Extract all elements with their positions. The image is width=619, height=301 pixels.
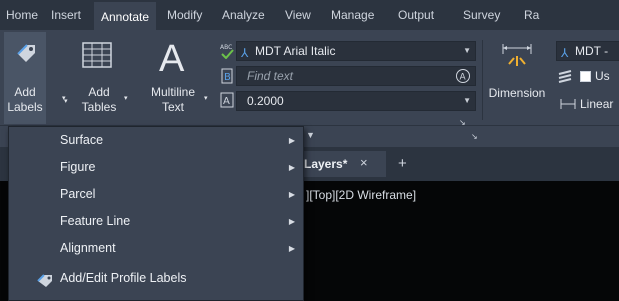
dialog-launcher-icon[interactable]: ↘ xyxy=(471,132,478,141)
doc-tab-title: Layers* xyxy=(304,157,348,171)
tab-analyze[interactable]: Analyze xyxy=(222,0,265,30)
dimension-button[interactable]: Dimension xyxy=(486,34,548,124)
find-text-icon[interactable]: B xyxy=(221,68,233,87)
tab-view[interactable]: View xyxy=(285,0,311,30)
svg-text:ABC: ABC xyxy=(220,44,232,51)
add-labels-line2: Labels xyxy=(7,100,43,114)
dimension-label: Dimension xyxy=(488,86,546,100)
menu-item-alignment[interactable]: Alignment ▶ xyxy=(9,235,303,262)
menu-item-parcel[interactable]: Parcel ▶ xyxy=(9,181,303,208)
dim-style-value: MDT - xyxy=(575,44,609,58)
linear-dim-icon[interactable] xyxy=(560,98,576,113)
add-tables-button[interactable]: Add Tables xyxy=(74,34,124,124)
chevron-down-icon: ▼ xyxy=(463,96,471,105)
doc-tab-layers[interactable]: Layers* × xyxy=(300,151,386,177)
submenu-arrow-icon: ▶ xyxy=(288,136,295,145)
add-labels-menu: Surface ▶ Figure ▶ Parcel ▶ Feature Line… xyxy=(8,126,304,301)
menu-item-add-edit-profile-labels[interactable]: Add/Edit Profile Labels xyxy=(9,265,303,292)
find-text-placeholder: Find text xyxy=(247,69,294,83)
tab-output[interactable]: Output xyxy=(398,0,434,30)
menu-item-figure[interactable]: Figure ▶ xyxy=(9,154,303,181)
add-tables-line1: Add xyxy=(88,85,110,99)
add-labels-caret-icon[interactable]: ▾ xyxy=(62,94,66,102)
find-search-icon[interactable]: A xyxy=(455,68,471,85)
tab-survey[interactable]: Survey xyxy=(463,0,500,30)
annotate-ribbon: Add Labels ▾ ▾ Add Tables ▾ A Multiline … xyxy=(0,30,619,127)
add-labels-button[interactable]: Add Labels ▾ xyxy=(4,32,68,124)
submenu-arrow-icon: ▶ xyxy=(288,190,295,199)
menu-item-label: Feature Line xyxy=(60,214,131,228)
chevron-down-icon[interactable]: ▼ xyxy=(306,130,315,140)
text-height-icon[interactable]: A xyxy=(220,92,234,111)
multiline-text-line2: Text xyxy=(161,100,184,114)
spell-check-icon[interactable]: ABC xyxy=(220,43,234,62)
tab-manage[interactable]: Manage xyxy=(331,0,374,30)
text-style-icon: ⅄ xyxy=(241,46,249,60)
linear-label: Linear xyxy=(580,97,614,111)
tab-home[interactable]: Home xyxy=(6,0,38,30)
add-labels-line1: Add xyxy=(14,85,36,99)
text-style-select[interactable]: ⅄ MDT Arial Italic ▼ xyxy=(236,41,476,61)
text-a-icon: A xyxy=(159,38,185,80)
menu-item-label: Add/Edit Profile Labels xyxy=(60,271,187,285)
menu-item-label: Surface xyxy=(60,133,104,147)
tab-insert[interactable]: Insert xyxy=(51,0,81,30)
multiline-text-button[interactable]: A Multiline Text xyxy=(140,34,206,124)
add-tables-line2: Tables xyxy=(81,100,117,114)
add-tables-caret-icon[interactable]: ▾ xyxy=(124,94,128,102)
tag-icon xyxy=(15,42,37,67)
svg-text:B: B xyxy=(224,72,231,83)
submenu-arrow-icon: ▶ xyxy=(288,217,295,226)
menu-item-label: Alignment xyxy=(60,241,116,255)
text-height-select[interactable]: 0.2000 ▼ xyxy=(236,91,476,111)
find-text-input[interactable]: Find text A xyxy=(236,66,476,86)
menu-item-surface[interactable]: Surface ▶ xyxy=(9,127,303,154)
add-tab-icon[interactable]: + xyxy=(398,155,407,172)
ribbon-tab-bar: Home Insert Annotate Modify Analyze View… xyxy=(0,0,619,30)
menu-item-label: Parcel xyxy=(60,187,96,201)
multiline-text-line1: Multiline xyxy=(150,85,195,99)
close-icon[interactable]: × xyxy=(360,155,368,170)
submenu-arrow-icon: ▶ xyxy=(288,244,295,253)
use-current-label: Us xyxy=(595,69,610,83)
menu-item-feature-line[interactable]: Feature Line ▶ xyxy=(9,208,303,235)
dim-style-select[interactable]: ⅄ MDT - xyxy=(556,41,619,61)
tab-modify[interactable]: Modify xyxy=(167,0,202,30)
dimension-icon xyxy=(501,42,533,71)
tab-ra[interactable]: Ra xyxy=(524,0,539,30)
dim-style-icon: ⅄ xyxy=(561,46,569,60)
text-style-value: MDT Arial Italic xyxy=(255,44,336,58)
submenu-arrow-icon: ▶ xyxy=(288,163,295,172)
table-icon xyxy=(82,42,112,71)
menu-item-label: Figure xyxy=(60,160,96,174)
layer-stack-icon[interactable] xyxy=(558,70,572,87)
tag-icon xyxy=(37,271,53,298)
multiline-text-caret-icon[interactable]: ▾ xyxy=(204,94,208,102)
text-height-value: 0.2000 xyxy=(247,94,284,108)
panel-separator xyxy=(482,40,483,120)
tab-annotate[interactable]: Annotate xyxy=(94,2,157,30)
svg-text:A: A xyxy=(223,96,230,107)
chevron-down-icon: ▼ xyxy=(463,46,471,55)
viewport-controls-label[interactable]: ][Top][2D Wireframe] xyxy=(306,188,416,202)
use-current-checkbox[interactable] xyxy=(580,71,591,82)
svg-text:A: A xyxy=(460,73,467,83)
